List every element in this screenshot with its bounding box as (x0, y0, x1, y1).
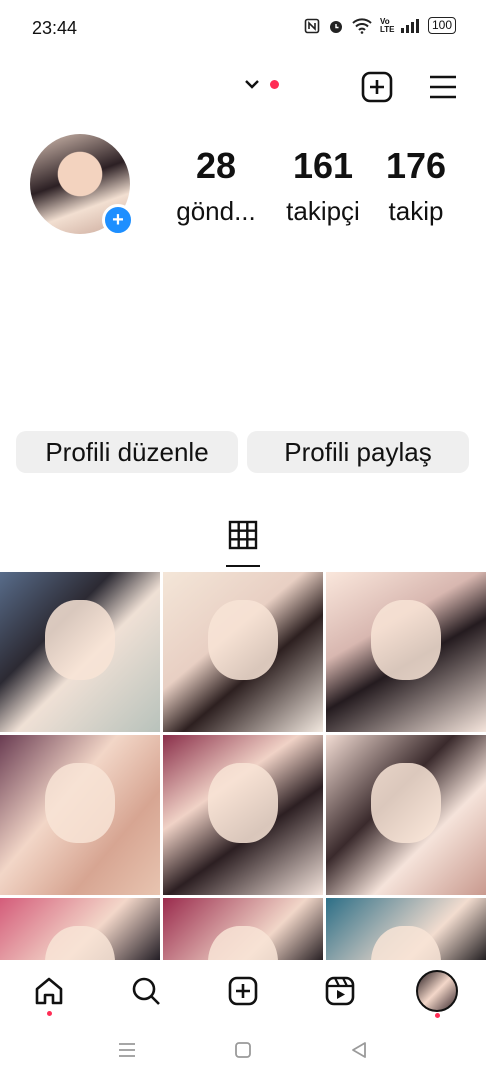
following-label: takip (388, 196, 444, 226)
account-switcher[interactable] (244, 78, 279, 90)
profile-top-bar (0, 60, 486, 116)
status-bar: 23:44 Vo LTE 100 (0, 0, 486, 56)
nav-create[interactable] (226, 974, 260, 1008)
profile-stats: 28 gönd... 161 takipçi 176 takip (160, 146, 466, 236)
status-icons: Vo LTE 100 (304, 17, 456, 34)
post-thumbnail[interactable] (326, 735, 486, 895)
status-time: 23:44 (32, 18, 78, 38)
nav-profile[interactable] (416, 970, 458, 1018)
posts-grid (0, 572, 486, 962)
followers-count: 161 (292, 145, 354, 186)
posts-label: gönd... (176, 196, 256, 226)
chevron-down-icon (245, 80, 259, 89)
share-profile-button[interactable]: Profili paylaş (247, 431, 469, 473)
nav-search[interactable] (129, 974, 163, 1008)
back-triangle-icon[interactable] (347, 1038, 371, 1062)
followers-label: takipçi (286, 196, 360, 226)
post-thumbnail[interactable] (163, 735, 323, 895)
menu-icon[interactable] (426, 70, 460, 104)
edit-profile-button[interactable]: Profili düzenle (16, 431, 238, 473)
active-tab-indicator (226, 565, 260, 567)
profile-avatar (416, 970, 458, 1012)
post-thumbnail[interactable] (163, 898, 323, 962)
add-story-button[interactable]: + (102, 204, 134, 236)
alarm-icon (329, 20, 342, 33)
post-thumbnail[interactable] (163, 572, 323, 732)
system-navigation (0, 1020, 486, 1080)
profile-avatar[interactable]: + (30, 134, 134, 236)
wifi-icon (352, 17, 372, 34)
nav-reels[interactable] (323, 974, 357, 1008)
battery-icon: 100 (427, 17, 456, 34)
nfc-icon (304, 18, 320, 33)
stat-followers[interactable]: 161 takipçi (268, 145, 378, 227)
notification-dot (434, 1013, 440, 1018)
create-icon (228, 976, 258, 1006)
recent-apps-icon[interactable] (115, 1038, 139, 1062)
bottom-navigation (0, 960, 486, 1020)
stat-following[interactable]: 176 takip (374, 145, 458, 227)
stat-posts[interactable]: 28 gönd... (160, 145, 272, 227)
grid-icon[interactable] (226, 518, 260, 552)
posts-count: 28 (195, 145, 237, 186)
post-thumbnail[interactable] (0, 735, 160, 895)
volte-icon: Vo LTE (379, 16, 395, 34)
following-count: 176 (385, 145, 447, 186)
home-square-icon[interactable] (231, 1038, 255, 1062)
nav-home[interactable] (32, 974, 66, 1016)
post-thumbnail[interactable] (0, 572, 160, 732)
notification-dot (270, 79, 279, 89)
signal-icon (400, 18, 419, 33)
reels-icon (325, 976, 355, 1006)
notification-dot (46, 1011, 52, 1016)
post-thumbnail[interactable] (326, 898, 486, 962)
home-icon (35, 977, 63, 1005)
search-icon (132, 977, 160, 1005)
post-thumbnail[interactable] (326, 572, 486, 732)
new-post-icon[interactable] (360, 70, 394, 104)
post-thumbnail[interactable] (0, 898, 160, 962)
